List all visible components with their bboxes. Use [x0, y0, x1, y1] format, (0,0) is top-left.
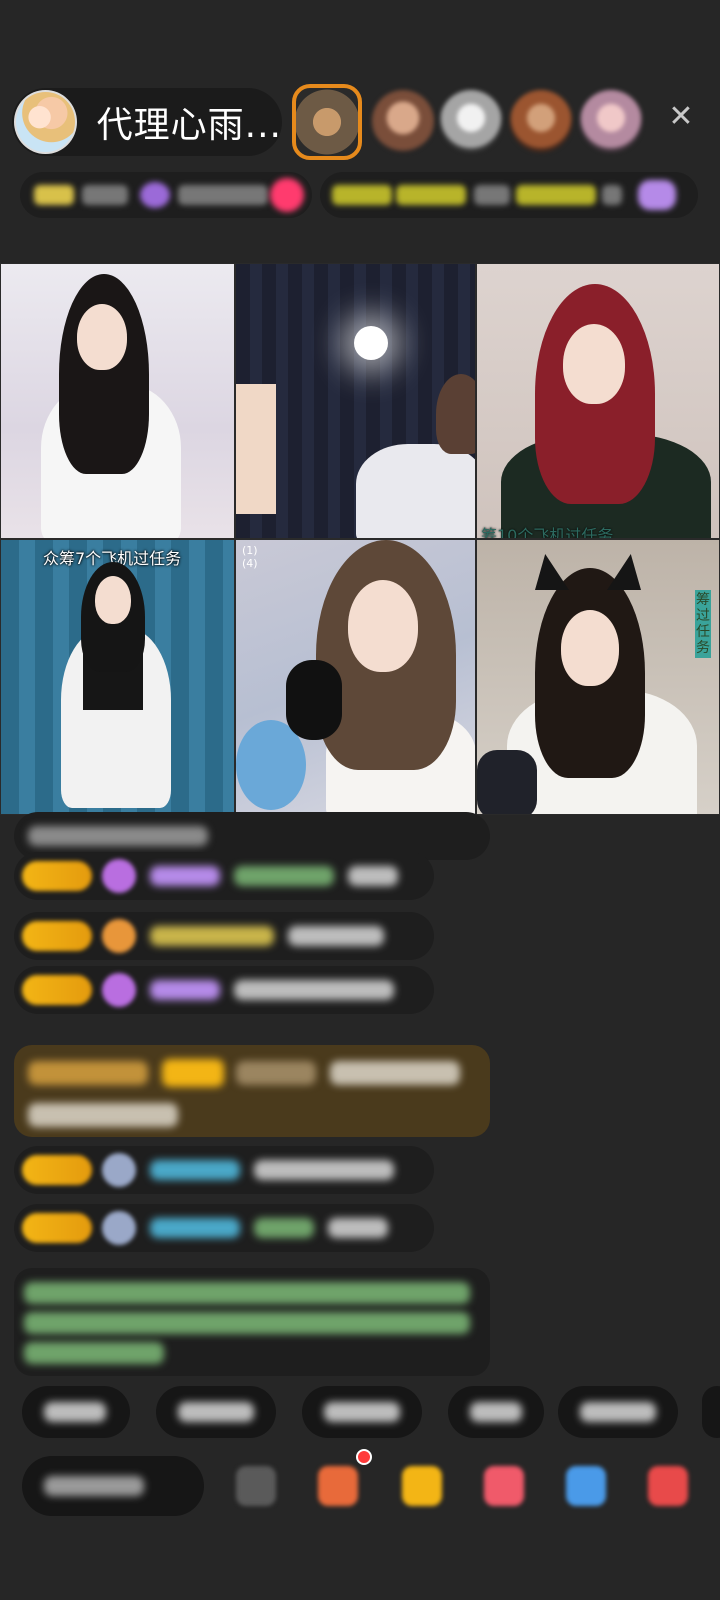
quick-reply-2[interactable]	[156, 1386, 276, 1438]
tag-2	[396, 185, 466, 205]
viewer-avatar-top4[interactable]	[510, 90, 572, 152]
tile6-vertical-label: 筹过任务	[695, 590, 711, 658]
microphone-icon	[286, 660, 342, 740]
video-tile-6[interactable]: 筹过任务	[476, 539, 720, 815]
level-badge	[22, 1213, 92, 1243]
video-tile-5[interactable]: (1) (4)	[235, 539, 476, 815]
diamond-icon	[102, 859, 136, 893]
microphone-icon	[477, 750, 537, 814]
level-badge	[22, 861, 92, 891]
system-notice	[14, 1268, 490, 1376]
video-tile-3[interactable]: 筹10个飞机过任务	[476, 263, 720, 539]
emoji-icon[interactable]	[236, 1466, 276, 1506]
level-badge	[22, 921, 92, 951]
diamond-icon	[102, 973, 136, 1007]
gift-icon[interactable]	[648, 1466, 688, 1506]
gift-message[interactable]	[14, 1045, 490, 1137]
rank-badge	[34, 185, 74, 205]
tag-4	[516, 185, 596, 205]
tile5-position-label: (1) (4)	[242, 544, 258, 570]
cat-ear-left	[535, 554, 569, 590]
viewer-avatar-top3[interactable]	[440, 90, 502, 152]
tag-3	[474, 185, 510, 205]
popularity-text	[178, 185, 268, 205]
red-packet-icon[interactable]	[484, 1466, 524, 1506]
follow-icon[interactable]	[270, 178, 304, 212]
viewer-avatar-top1[interactable]	[292, 84, 362, 160]
viewer-avatar-top5[interactable]	[580, 90, 642, 152]
activity-icon[interactable]	[638, 180, 676, 210]
quick-reply-3[interactable]	[302, 1386, 422, 1438]
chat-message-6[interactable]	[14, 1204, 434, 1252]
popularity-icon	[140, 182, 170, 208]
video-tile-2[interactable]	[235, 263, 476, 539]
user-icon	[102, 1211, 136, 1245]
tile3-task-label: 筹10个飞机过任务	[481, 526, 614, 539]
gift-box-icon[interactable]	[402, 1466, 442, 1506]
ring-light	[354, 326, 388, 360]
task-icon[interactable]	[318, 1466, 358, 1506]
wall-decor	[236, 384, 276, 514]
multi-guest-video-grid: 筹10个飞机过任务 众筹7个飞机过任务 (1) (4) 筹过任务	[0, 263, 720, 815]
chat-message-4[interactable]	[14, 966, 434, 1014]
quick-reply-4[interactable]	[448, 1386, 544, 1438]
chat-message-3[interactable]	[14, 912, 434, 960]
quick-reply-5[interactable]	[558, 1386, 678, 1438]
video-tile-4[interactable]: 众筹7个飞机过任务	[0, 539, 235, 815]
chat-input[interactable]	[22, 1456, 204, 1516]
room-tags-bar[interactable]	[320, 172, 698, 218]
host-avatar[interactable]	[14, 90, 77, 154]
chat-message-2[interactable]	[14, 852, 434, 900]
close-icon[interactable]: ✕	[664, 100, 698, 134]
level-badge	[22, 1155, 92, 1185]
share-icon[interactable]	[566, 1466, 606, 1506]
tag-1	[332, 185, 392, 205]
rank-text	[82, 185, 128, 205]
fan-icon	[102, 919, 136, 953]
user-icon	[102, 1153, 136, 1187]
level-badge	[22, 975, 92, 1005]
host-name: 代理心雨...	[96, 105, 282, 146]
viewer-avatar-top2[interactable]	[372, 90, 434, 152]
room-stats-bar[interactable]	[20, 172, 312, 218]
video-tile-1[interactable]	[0, 263, 235, 539]
notification-dot	[356, 1449, 372, 1465]
chat-message-5[interactable]	[14, 1146, 434, 1194]
tag-separator	[602, 185, 622, 205]
cat-ear-right	[607, 554, 641, 590]
host-info-pill[interactable]: 代理心雨...	[12, 88, 282, 156]
quick-reply-1[interactable]	[22, 1386, 130, 1438]
quick-reply-6[interactable]	[702, 1386, 720, 1438]
